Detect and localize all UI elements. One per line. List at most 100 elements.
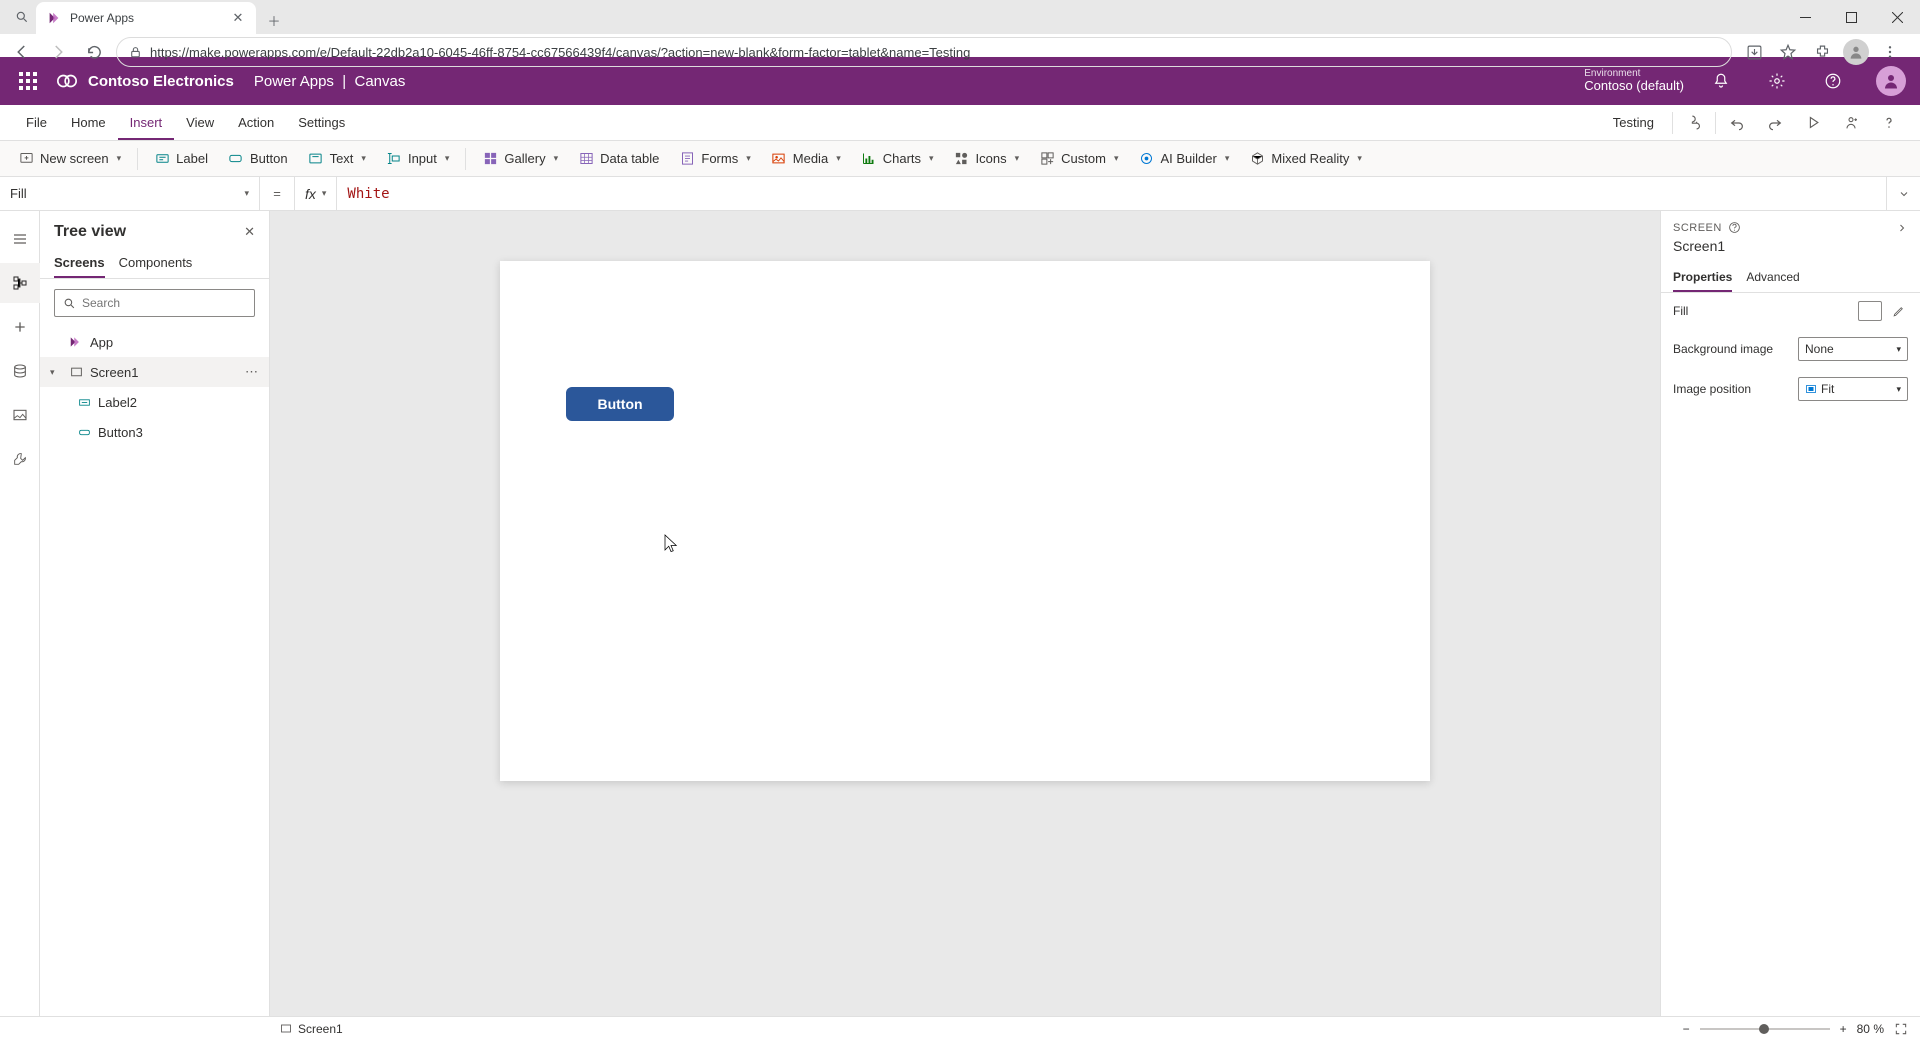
org-logo-icon (56, 70, 78, 92)
address-bar[interactable]: https://make.powerapps.com/e/Default-22d… (116, 37, 1732, 67)
fill-label: Fill (1673, 304, 1688, 318)
zoom-in-button[interactable]: + (1840, 1022, 1847, 1036)
input-icon (386, 151, 402, 167)
custom-button[interactable]: Custom▾ (1031, 144, 1126, 174)
canvas-screen[interactable]: Button (500, 261, 1430, 781)
bg-image-select[interactable]: None▾ (1798, 337, 1908, 361)
chevron-down-icon[interactable]: ▾ (50, 367, 62, 378)
app-launcher-icon[interactable] (8, 57, 48, 105)
icons-button[interactable]: Icons▾ (946, 144, 1028, 174)
screen-node-icon (68, 364, 84, 380)
img-pos-label: Image position (1673, 382, 1751, 396)
ribbon-tab-settings[interactable]: Settings (286, 105, 357, 140)
tree-node-label2[interactable]: Label2 (40, 387, 269, 417)
canvas-area[interactable]: Button (270, 211, 1660, 1016)
properties-panel: SCREEN Screen1 Properties Advanced Fill … (1660, 211, 1920, 1016)
ribbon-help-icon[interactable] (1872, 105, 1906, 141)
equals-label: = (260, 186, 294, 201)
redo-icon[interactable] (1758, 105, 1792, 141)
play-icon[interactable] (1796, 105, 1830, 141)
help-icon[interactable] (1814, 57, 1852, 105)
rail-insert-icon[interactable] (0, 307, 40, 347)
new-screen-icon (18, 151, 34, 167)
data-table-button[interactable]: Data table (570, 144, 667, 174)
app-name-display[interactable]: Testing (1599, 115, 1668, 130)
status-screen-name[interactable]: Screen1 (298, 1022, 343, 1036)
ribbon-tab-view[interactable]: View (174, 105, 226, 140)
settings-icon[interactable] (1758, 57, 1796, 105)
button-button[interactable]: Button (220, 144, 296, 174)
undo-icon[interactable] (1720, 105, 1754, 141)
text-button[interactable]: Text▾ (300, 144, 374, 174)
prop-tab-properties[interactable]: Properties (1673, 262, 1732, 292)
tree-view-title: Tree view (54, 223, 126, 241)
input-button[interactable]: Input▾ (378, 144, 457, 174)
property-selector[interactable]: Fill▾ (0, 177, 260, 211)
nav-forward-button[interactable] (44, 38, 72, 66)
gallery-button[interactable]: Gallery▾ (474, 144, 566, 174)
tab-search-icon[interactable] (8, 0, 36, 34)
status-bar: Screen1 − + 80 % (0, 1016, 1920, 1040)
powerapps-favicon (46, 10, 62, 26)
ribbon-tab-action[interactable]: Action (226, 105, 286, 140)
mouse-cursor-icon (662, 533, 680, 555)
new-screen-button[interactable]: New screen▾ (10, 144, 129, 174)
browser-tab[interactable]: Power Apps ✕ (36, 2, 256, 34)
button-node-icon (76, 424, 92, 440)
zoom-value: 80 (1857, 1022, 1870, 1036)
tree-node-screen1[interactable]: ▾ Screen1 ⋯ (40, 357, 269, 387)
ribbon-tab-home[interactable]: Home (59, 105, 118, 140)
forms-button[interactable]: Forms▾ (671, 144, 758, 174)
rail-data-icon[interactable] (0, 351, 40, 391)
rail-hamburger-icon[interactable] (0, 219, 40, 259)
rail-tools-icon[interactable] (0, 439, 40, 479)
insert-toolbar: New screen▾ Label Button Text▾ Input▾ Ga… (0, 141, 1920, 177)
ai-builder-button[interactable]: AI Builder▾ (1130, 144, 1237, 174)
search-icon (63, 297, 76, 310)
info-icon[interactable] (1728, 221, 1741, 234)
tree-node-button3[interactable]: Button3 (40, 417, 269, 447)
window-maximize[interactable] (1828, 0, 1874, 34)
tree-tab-components[interactable]: Components (119, 247, 193, 278)
share-icon[interactable] (1834, 105, 1868, 141)
formula-expand-icon[interactable] (1886, 177, 1920, 211)
left-rail (0, 211, 40, 1016)
fit-to-window-icon[interactable] (1894, 1022, 1908, 1036)
ribbon-tab-insert[interactable]: Insert (118, 105, 175, 140)
notifications-icon[interactable] (1702, 57, 1740, 105)
window-close[interactable] (1874, 0, 1920, 34)
tree-node-app[interactable]: App (40, 327, 269, 357)
ribbon: File Home Insert View Action Settings Te… (0, 105, 1920, 141)
label-button[interactable]: Label (146, 144, 216, 174)
ribbon-tab-file[interactable]: File (14, 105, 59, 140)
new-tab-button[interactable]: ＋ (260, 6, 288, 34)
environment-picker[interactable]: Environment Contoso (default) (1584, 68, 1684, 93)
tree-tab-screens[interactable]: Screens (54, 247, 105, 278)
panel-expand-icon[interactable] (1896, 222, 1908, 234)
app-checker-icon[interactable] (1677, 105, 1711, 141)
charts-button[interactable]: Charts▾ (853, 144, 942, 174)
formula-input[interactable]: White (337, 186, 1886, 202)
fx-button[interactable]: fx▾ (294, 177, 337, 211)
rail-tree-view-icon[interactable] (0, 263, 40, 303)
tree-close-icon[interactable]: ✕ (244, 224, 255, 240)
zoom-out-button[interactable]: − (1683, 1022, 1690, 1036)
tree-view-panel: Tree view ✕ Screens Components App ▾ Scr… (40, 211, 270, 1016)
rail-media-icon[interactable] (0, 395, 40, 435)
prop-tab-advanced[interactable]: Advanced (1746, 262, 1799, 292)
tab-close-icon[interactable]: ✕ (230, 10, 246, 26)
canvas-button-control[interactable]: Button (566, 387, 674, 421)
text-icon (308, 151, 324, 167)
nav-reload-button[interactable] (80, 38, 108, 66)
media-button[interactable]: Media▾ (763, 144, 849, 174)
fill-color-swatch[interactable] (1858, 301, 1882, 321)
img-pos-select[interactable]: Fit▾ (1798, 377, 1908, 401)
tree-search-input[interactable] (54, 289, 255, 317)
fill-edit-icon[interactable] (1888, 301, 1908, 321)
zoom-slider[interactable] (1700, 1028, 1830, 1030)
mixed-reality-button[interactable]: Mixed Reality▾ (1241, 144, 1370, 174)
window-minimize[interactable] (1782, 0, 1828, 34)
tree-node-more-icon[interactable]: ⋯ (245, 364, 259, 380)
charts-icon (861, 151, 877, 167)
user-avatar[interactable] (1876, 66, 1906, 96)
